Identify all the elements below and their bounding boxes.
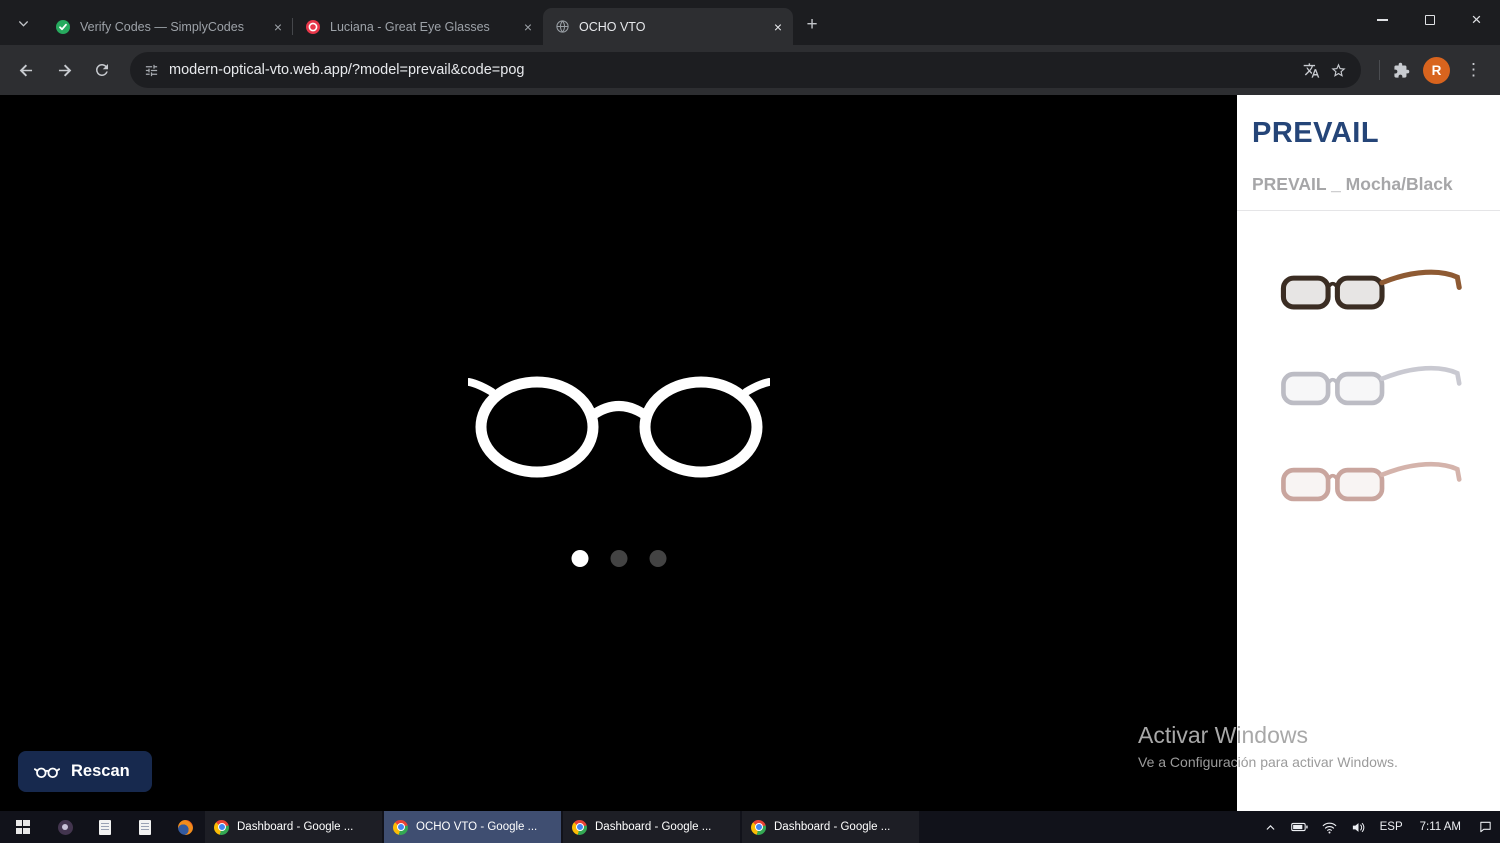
- bookmark-star-icon[interactable]: [1330, 62, 1347, 79]
- glasses-thumbnail-image: [1280, 461, 1462, 502]
- minimize-icon: [1377, 19, 1388, 21]
- maximize-icon: [1424, 15, 1435, 25]
- document-icon: [139, 819, 151, 835]
- tab-close-icon[interactable]: ×: [519, 18, 537, 36]
- taskbar-window-label: Dashboard - Google ...: [774, 821, 891, 833]
- document-app-icon[interactable]: [125, 811, 165, 843]
- camera-viewport: Rescan: [0, 95, 1237, 811]
- omnibox[interactable]: [130, 52, 1361, 88]
- chrome-icon: [751, 819, 766, 835]
- browser-menu-icon[interactable]: ⋮: [1463, 60, 1484, 80]
- translate-icon[interactable]: [1303, 62, 1320, 79]
- chevron-down-icon: [19, 21, 28, 27]
- taskbar-window-label: Dashboard - Google ...: [595, 821, 712, 833]
- glasses-silhouette: [464, 365, 773, 490]
- screen: Verify Codes — SimplyCodes × Luciana - G…: [0, 0, 1500, 843]
- new-tab-button[interactable]: +: [797, 10, 827, 40]
- luciana-favicon: [306, 19, 320, 34]
- rescan-button[interactable]: Rescan: [18, 751, 152, 792]
- notification-icon: [1480, 821, 1491, 833]
- carousel-dots: [571, 550, 666, 567]
- tab-search-button[interactable]: [10, 10, 37, 37]
- back-button[interactable]: [8, 52, 44, 88]
- speaker-icon: [1352, 822, 1364, 832]
- taskbar-window-dashboard-1[interactable]: Dashboard - Google ...: [205, 811, 382, 843]
- tab-close-icon[interactable]: ×: [269, 18, 287, 36]
- reload-icon: [95, 63, 108, 76]
- glasses-thumbnail-image: [1280, 365, 1462, 406]
- rescan-glasses-icon: [34, 767, 60, 778]
- tab-close-icon[interactable]: ×: [769, 18, 787, 36]
- product-variant-label: PREVAIL _ Mocha/Black: [1252, 174, 1453, 194]
- rescan-label: Rescan: [71, 762, 130, 780]
- carousel-dot-1[interactable]: [571, 550, 588, 567]
- variant-thumbnails: [1250, 245, 1487, 533]
- carousel-dot-3[interactable]: [649, 550, 666, 567]
- window-controls: ×: [1359, 0, 1500, 40]
- taskbar-window-label: OCHO VTO - Google ...: [416, 821, 538, 833]
- document-icon: [99, 819, 111, 835]
- taskbar: Dashboard - Google ... OCHO VTO - Google…: [0, 811, 1500, 843]
- tab-luciana[interactable]: Luciana - Great Eye Glasses ×: [293, 8, 543, 45]
- glasses-thumbnail-image: [1280, 269, 1462, 310]
- tab-title: OCHO VTO: [579, 19, 646, 34]
- variant-thumbnail-mocha-black[interactable]: [1250, 245, 1487, 341]
- taskbar-window-label: Dashboard - Google ...: [237, 821, 354, 833]
- back-arrow-icon: [19, 63, 32, 77]
- close-window-button[interactable]: ×: [1453, 0, 1500, 40]
- simplycodes-favicon: [56, 19, 70, 34]
- sidebar-divider: [1237, 210, 1500, 211]
- windows-logo-icon: [15, 820, 30, 834]
- clock[interactable]: 7:11 AM: [1410, 811, 1471, 843]
- wifi-icon: [1322, 822, 1336, 833]
- battery-icon: [1290, 822, 1308, 832]
- taskbar-window-ocho-vto[interactable]: OCHO VTO - Google ...: [384, 811, 561, 843]
- browser-app-icon: [177, 819, 193, 835]
- carousel-dot-2[interactable]: [610, 550, 627, 567]
- system-tray: ESP 7:11 AM: [1257, 811, 1500, 843]
- chrome-icon: [393, 819, 408, 835]
- volume-indicator[interactable]: [1344, 811, 1373, 843]
- profile-avatar[interactable]: R: [1423, 56, 1450, 84]
- tab-title: Luciana - Great Eye Glasses: [330, 19, 490, 34]
- action-center-button[interactable]: [1471, 811, 1500, 843]
- chrome-icon: [214, 819, 229, 835]
- browser-toolbar: R ⋮: [0, 45, 1500, 95]
- toolbar-end: R ⋮: [1371, 56, 1492, 84]
- pinned-app-icon-1[interactable]: [45, 811, 85, 843]
- url-input[interactable]: [169, 62, 1293, 78]
- tab-ocho-vto[interactable]: OCHO VTO ×: [543, 8, 793, 45]
- battery-indicator[interactable]: [1284, 811, 1315, 843]
- maximize-button[interactable]: [1406, 0, 1453, 40]
- reload-button[interactable]: [84, 52, 120, 88]
- tab-simplycodes[interactable]: Verify Codes — SimplyCodes ×: [43, 8, 293, 45]
- taskbar-window-dashboard-3[interactable]: Dashboard - Google ...: [742, 811, 919, 843]
- product-title: PREVAIL: [1252, 117, 1380, 149]
- tray-expand-button[interactable]: [1257, 811, 1284, 843]
- site-info-icon[interactable]: [144, 63, 159, 78]
- taskbar-window-dashboard-2[interactable]: Dashboard - Google ...: [563, 811, 740, 843]
- product-sidebar: PREVAIL PREVAIL _ Mocha/Black: [1237, 95, 1500, 811]
- minimize-button[interactable]: [1359, 0, 1406, 40]
- variant-thumbnail-silver[interactable]: [1250, 341, 1487, 437]
- forward-button[interactable]: [46, 52, 82, 88]
- forward-arrow-icon: [58, 63, 71, 77]
- toolbar-divider: [1379, 60, 1380, 80]
- firefox-icon[interactable]: [165, 811, 205, 843]
- tab-strip: Verify Codes — SimplyCodes × Luciana - G…: [0, 0, 1500, 45]
- app-icon: [57, 819, 73, 835]
- network-indicator[interactable]: [1315, 811, 1344, 843]
- chrome-icon: [572, 819, 587, 835]
- start-button[interactable]: [0, 811, 45, 843]
- notepad-icon[interactable]: [85, 811, 125, 843]
- variant-thumbnail-rose[interactable]: [1250, 437, 1487, 533]
- page-content: Rescan PREVAIL PREVAIL _ Mocha/Black Act…: [0, 95, 1500, 811]
- extensions-icon[interactable]: [1393, 62, 1410, 79]
- chevron-up-icon: [1266, 824, 1274, 830]
- language-indicator[interactable]: ESP: [1373, 811, 1410, 843]
- globe-favicon: [556, 20, 569, 33]
- tab-title: Verify Codes — SimplyCodes: [80, 19, 244, 34]
